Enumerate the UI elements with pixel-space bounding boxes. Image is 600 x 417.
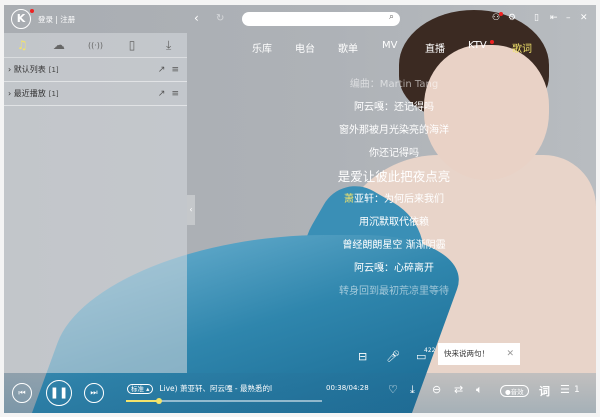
download-icon[interactable]: ⤓ bbox=[410, 383, 415, 397]
tab-download-icon[interactable]: ⤓ bbox=[150, 38, 187, 53]
lyric-line: 转身回到最初荒凉里等待 bbox=[339, 286, 449, 297]
lyric-line: 萧亚轩：为何后来我们 bbox=[344, 194, 444, 205]
playlist-name: 最近播放 bbox=[13, 89, 46, 98]
progress-bar[interactable] bbox=[126, 398, 322, 404]
lyric-line: 阿云嘎：心碎离开 bbox=[354, 263, 434, 274]
comment-count: 422 bbox=[424, 347, 436, 354]
remove-icon[interactable]: ⊖ bbox=[432, 383, 441, 396]
tab-radio-icon[interactable]: ((·)) bbox=[77, 41, 114, 50]
playlist-count: [1] bbox=[48, 65, 59, 74]
lyric-line: 你还记得吗 bbox=[369, 148, 419, 159]
nav-mv[interactable]: MV bbox=[382, 40, 397, 51]
quality-button[interactable]: 标准 ▴ bbox=[127, 384, 154, 394]
mic-icon[interactable]: 🎤︎ bbox=[386, 350, 400, 363]
next-button[interactable]: ⏭ bbox=[84, 383, 104, 403]
volume-icon[interactable]: 🔈︎ bbox=[476, 383, 483, 397]
refresh-icon[interactable]: ↻ bbox=[216, 13, 224, 24]
playlist-default[interactable]: › 默认列表 [1] ↗ ≡ bbox=[4, 58, 187, 82]
favorite-icon[interactable]: ♡ bbox=[388, 383, 398, 396]
previous-button[interactable]: ⏮ bbox=[12, 383, 32, 403]
progress-knob[interactable] bbox=[156, 398, 163, 404]
playlist-recent[interactable]: › 最近播放 [1] ↗ ≡ bbox=[4, 82, 187, 106]
lyric-credit: 编曲：Martin Tang bbox=[349, 79, 439, 90]
skin-dot bbox=[499, 12, 503, 16]
kugou-logo[interactable]: K bbox=[11, 9, 31, 29]
search-icon[interactable]: ⌕ bbox=[389, 12, 394, 22]
collapse-sidebar-button[interactable]: ‹ bbox=[187, 195, 195, 225]
back-icon[interactable]: ‹ bbox=[194, 11, 199, 25]
layout-icon[interactable]: ⊟ bbox=[358, 350, 367, 363]
comment-tooltip[interactable]: 快来说两句！ ✕ bbox=[438, 343, 520, 365]
sound-effect-button[interactable]: ●音效 bbox=[500, 385, 529, 397]
nav-live[interactable]: 直播 bbox=[425, 40, 445, 55]
nav-playlists[interactable]: 歌单 bbox=[338, 40, 358, 55]
tab-music-icon[interactable]: ♫ bbox=[4, 38, 41, 52]
lyric-highlight: 萧 bbox=[344, 194, 354, 205]
sidebar: ♫ ☁ ((·)) ▯ ⤓ › 默认列表 [1] ↗ ≡ › 最近播放 [1] ↗ ≡ bbox=[4, 33, 187, 373]
lyric-line: 曾经朗朗星空 渐渐阴霾 bbox=[342, 240, 446, 251]
mini-mode-icon[interactable]: ⇤ bbox=[550, 13, 558, 23]
mobile-icon[interactable]: ▯ bbox=[534, 13, 539, 23]
comment-tip-text: 快来说两句！ bbox=[444, 349, 489, 358]
search-input[interactable]: ⌕ bbox=[242, 12, 400, 26]
share-icon[interactable]: ↗ bbox=[158, 65, 166, 75]
sidebar-tabs: ♫ ☁ ((·)) ▯ ⤓ bbox=[4, 33, 187, 58]
close-icon[interactable]: ✕ bbox=[580, 13, 588, 23]
lyric-line-current: 是爱让彼此把夜点亮 bbox=[337, 169, 451, 184]
close-tip-icon[interactable]: ✕ bbox=[506, 343, 514, 365]
notification-dot bbox=[30, 9, 34, 13]
tab-cloud-icon[interactable]: ☁ bbox=[41, 38, 78, 52]
lyric-line: 用沉默取代依赖 bbox=[359, 217, 429, 228]
lyric-line: 窗外那被月光染亮的海洋 bbox=[339, 125, 449, 136]
menu-icon[interactable]: ≡ bbox=[171, 89, 179, 99]
settings-icon[interactable]: ⚙ bbox=[508, 13, 516, 23]
register-link[interactable]: 注册 bbox=[60, 15, 75, 24]
menu-icon[interactable]: ≡ bbox=[171, 65, 179, 75]
share-icon[interactable]: ↗ bbox=[158, 89, 166, 99]
playlist-name: 默认列表 bbox=[13, 65, 46, 74]
song-title: Live) 萧亚轩、阿云嘎 - 最熟悉的l bbox=[159, 384, 273, 393]
lyrics-panel: 编曲：Martin Tang 阿云嘎：还记得吗 窗外那被月光染亮的海洋 你还记得… bbox=[294, 79, 494, 303]
lyric-toggle-button[interactable]: 词 bbox=[539, 383, 550, 399]
playlist-count: [1] bbox=[48, 89, 59, 98]
playlist-count: 1 bbox=[574, 385, 580, 395]
tab-device-icon[interactable]: ▯ bbox=[114, 38, 151, 52]
progress-fill bbox=[126, 400, 160, 402]
nav-radio[interactable]: 电台 bbox=[295, 40, 315, 55]
ktv-dot bbox=[490, 40, 494, 44]
minimize-icon[interactable]: – bbox=[566, 13, 571, 23]
playlist-icon[interactable]: ☰ bbox=[560, 383, 570, 396]
lyric-line: 阿云嘎：还记得吗 bbox=[354, 102, 434, 113]
player-bar: ⏮ ❚❚ ⏭ 标准 ▴ Live) 萧亚轩、阿云嘎 - 最熟悉的l 00:38/0… bbox=[4, 373, 596, 413]
nav-lyrics[interactable]: 歌词 bbox=[512, 40, 532, 55]
pause-button[interactable]: ❚❚ bbox=[46, 380, 72, 406]
time-display: 00:38/04:28 bbox=[326, 384, 369, 392]
login-link[interactable]: 登录 bbox=[38, 15, 53, 24]
repeat-icon[interactable]: ⇄ bbox=[454, 383, 463, 396]
nav-library[interactable]: 乐库 bbox=[252, 40, 272, 55]
player-window: K 登录 | 注册 ‹ ↻ ⌕ ⚇ ⚙ ▯ ⇤ – ✕ ♫ ☁ ((·)) ▯ … bbox=[4, 5, 596, 413]
title-bar: K 登录 | 注册 ‹ ↻ ⌕ ⚇ ⚙ ▯ ⇤ – ✕ bbox=[4, 5, 596, 33]
nav-ktv[interactable]: KTV bbox=[468, 40, 487, 51]
